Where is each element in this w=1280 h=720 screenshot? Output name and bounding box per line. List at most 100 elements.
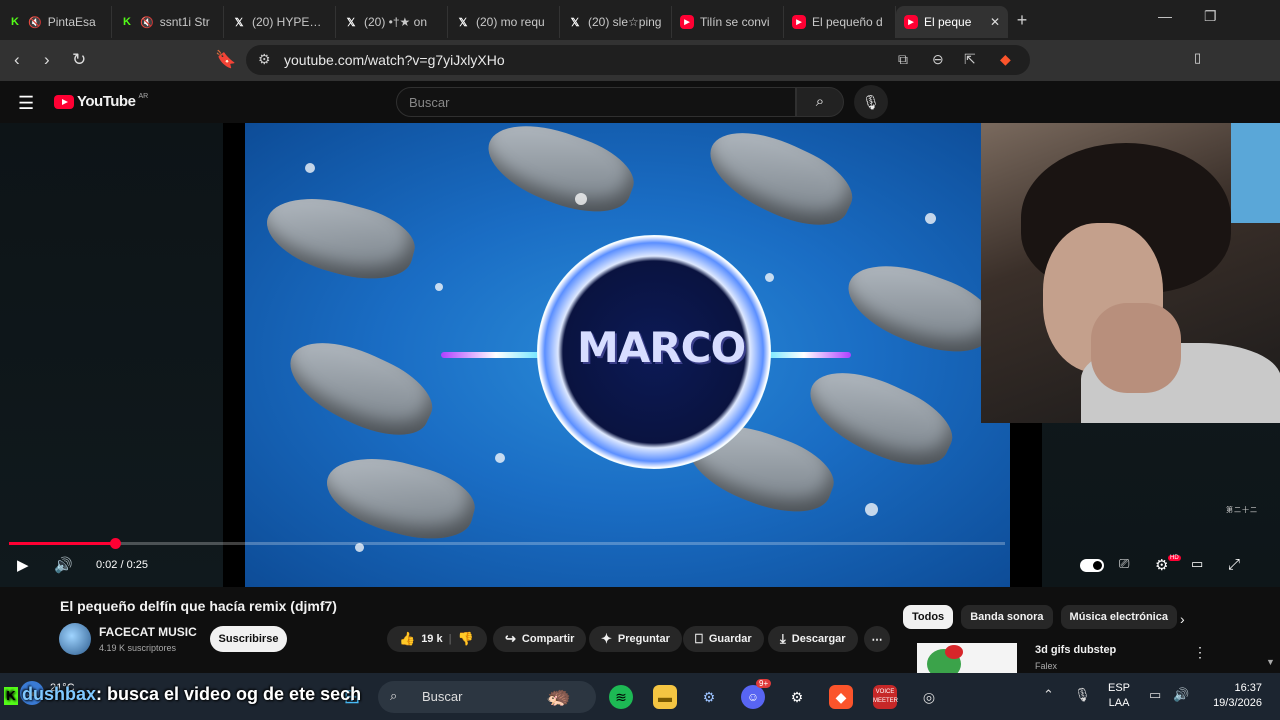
- like-icon[interactable]: 👍: [399, 631, 415, 647]
- voice-search-icon[interactable]: 🎙: [854, 85, 888, 119]
- x-icon: 𝕏: [458, 16, 468, 29]
- fullscreen-icon[interactable]: ⤢: [1228, 556, 1240, 573]
- chip-all[interactable]: Todos: [903, 605, 954, 629]
- browser-tab[interactable]: 𝕏 (20) sle☆ping: [560, 6, 672, 38]
- browser-tab[interactable]: ▶ Tilín se convi: [672, 6, 784, 38]
- play-icon[interactable]: ▶: [17, 556, 29, 574]
- download-button[interactable]: ⤓ Descargar: [768, 626, 858, 652]
- subtitles-icon[interactable]: ⎚: [1119, 556, 1129, 572]
- tray-expand-icon[interactable]: ⌃: [1043, 687, 1054, 703]
- browser-tab[interactable]: ▶ El pequeño d: [784, 6, 896, 38]
- bookmark-icon[interactable]: 🔖: [215, 50, 236, 70]
- kick-icon: K: [11, 16, 19, 28]
- url-field[interactable]: ⚙ youtube.com/watch?v=g7yiJxlyXHo ⧉ ⊖ ⇱ …: [246, 45, 1030, 75]
- sidebar-icon[interactable]: ▯: [1194, 50, 1201, 66]
- cast-icon[interactable]: ⧉: [898, 51, 908, 68]
- site-info-icon[interactable]: ⚙: [258, 51, 271, 68]
- webcam-overlay: [981, 123, 1280, 423]
- search-icon: ⌕: [390, 688, 398, 703]
- spotify-icon[interactable]: ≋: [609, 685, 633, 709]
- search-input[interactable]: [407, 94, 791, 111]
- chip-electronic[interactable]: Música electrónica: [1060, 605, 1177, 629]
- close-tab-icon[interactable]: ✕: [990, 15, 1000, 29]
- back-icon[interactable]: ‹: [14, 50, 20, 70]
- muted-icon[interactable]: 🔇: [140, 16, 154, 29]
- taskbar-search[interactable]: ⌕ Buscar 🦔: [378, 681, 596, 713]
- share-icon[interactable]: ⇱: [964, 51, 976, 68]
- file-explorer-icon[interactable]: ▬: [653, 685, 677, 709]
- chip-soundtrack[interactable]: Banda sonora: [961, 605, 1053, 629]
- video-frame[interactable]: MARCO: [223, 123, 1042, 587]
- channel-name[interactable]: FACECAT MUSIC: [99, 625, 197, 639]
- language-indicator[interactable]: ESP LAA: [1108, 681, 1130, 711]
- stream-chat-overlay: Kdushbax: busca el video og de ete sech: [4, 684, 361, 705]
- youtube-play-icon: [54, 94, 74, 109]
- chevron-right-icon[interactable]: ›: [1180, 611, 1185, 627]
- channel-avatar[interactable]: [59, 623, 91, 655]
- hamburger-menu-icon[interactable]: ☰: [18, 93, 34, 114]
- settings-icon[interactable]: ⚙: [1155, 556, 1168, 574]
- youtube-logo[interactable]: YouTube AR: [54, 93, 148, 110]
- browser-tab[interactable]: K 🔇 PintaEsa: [0, 6, 112, 38]
- bookmark-icon: ⎕: [695, 631, 703, 646]
- time-display: 0:02 / 0:25: [96, 559, 148, 571]
- new-tab-icon[interactable]: +: [1008, 10, 1036, 31]
- zoom-icon[interactable]: ⊖: [932, 51, 944, 68]
- search-icon[interactable]: ⌕: [796, 87, 844, 117]
- scrubber-handle[interactable]: [109, 538, 121, 549]
- steam-icon[interactable]: ⚙: [785, 685, 809, 709]
- video-player[interactable]: MARCO 第二十二 ▶ 🔊 0:02 / 0:25 ⎚ ⚙ HD ▭ ⤢: [0, 123, 1280, 587]
- settings-app-icon[interactable]: ⚙: [697, 685, 721, 709]
- app-icon[interactable]: ◎: [917, 685, 941, 709]
- microphone-icon[interactable]: 🎙: [1074, 687, 1091, 703]
- minimize-icon[interactable]: —: [1158, 8, 1172, 24]
- recommendation-chips: Todos Banda sonora Música electrónica: [903, 605, 1177, 629]
- restore-icon[interactable]: ❐: [1204, 8, 1217, 25]
- speaker-icon[interactable]: 🔊: [1173, 687, 1189, 703]
- hedgehog-icon: 🦔: [546, 686, 571, 708]
- lang-bottom: LAA: [1108, 697, 1130, 709]
- search-box: [396, 87, 796, 117]
- more-actions-button[interactable]: ⋯: [864, 626, 890, 652]
- tab-title: El peque: [924, 15, 972, 29]
- progress-fill: [9, 542, 115, 545]
- browser-tab[interactable]: 𝕏 (20) mo requ: [448, 6, 560, 38]
- recommended-thumbnail[interactable]: [917, 643, 1017, 673]
- muted-icon[interactable]: 🔇: [28, 16, 42, 29]
- voicemeeter-icon[interactable]: VOICE MEETER: [873, 685, 898, 709]
- tab-title: ssnt1i Str: [159, 15, 210, 29]
- url-text: youtube.com/watch?v=g7yiJxlyXHo: [284, 52, 505, 68]
- more-vert-icon[interactable]: ⋮: [1193, 644, 1207, 661]
- audio-wave-left: [441, 352, 551, 358]
- network-icon[interactable]: ▭: [1149, 687, 1161, 703]
- save-button[interactable]: ⎕ Guardar: [683, 626, 764, 652]
- kick-icon: K: [123, 16, 131, 28]
- video-details: El pequeño delfín que hacía remix (djmf7…: [0, 587, 1280, 673]
- recommended-title[interactable]: 3d gifs dubstep: [1035, 644, 1116, 656]
- forward-icon[interactable]: ›: [44, 50, 50, 70]
- subscribe-button[interactable]: Suscribirse: [210, 626, 287, 652]
- reload-icon[interactable]: ↻: [72, 50, 86, 70]
- ask-button[interactable]: ✦ Preguntar: [589, 626, 682, 652]
- brave-icon[interactable]: ◆: [829, 685, 853, 709]
- autoplay-toggle[interactable]: [1080, 559, 1104, 572]
- scroll-down-icon[interactable]: ▼: [1266, 657, 1275, 667]
- brave-shield-icon[interactable]: ◆: [1000, 51, 1011, 68]
- theater-mode-icon[interactable]: ▭: [1191, 556, 1203, 572]
- recommended-channel[interactable]: Falex: [1035, 661, 1057, 671]
- browser-tab-active[interactable]: ▶ El peque ✕: [896, 6, 1008, 38]
- dislike-icon[interactable]: 👎: [458, 631, 474, 647]
- tab-title: (20) •†★ on: [364, 15, 427, 29]
- browser-tab[interactable]: K 🔇 ssnt1i Str: [112, 6, 224, 38]
- like-count[interactable]: 19 k: [421, 633, 442, 645]
- country-code: AR: [138, 93, 149, 100]
- discord-icon[interactable]: ☺: [741, 685, 765, 709]
- volume-icon[interactable]: 🔊: [54, 556, 73, 574]
- browser-tab[interactable]: 𝕏 (20) •†★ on: [336, 6, 448, 38]
- browser-tab[interactable]: 𝕏 (20) HYPEX o: [224, 6, 336, 38]
- progress-bar[interactable]: [9, 538, 1005, 549]
- system-clock[interactable]: 16:37 19/3/2026: [1204, 681, 1262, 711]
- snowflake: [305, 163, 315, 173]
- share-button[interactable]: ↪ Compartir: [493, 626, 587, 652]
- snowflake: [765, 273, 774, 282]
